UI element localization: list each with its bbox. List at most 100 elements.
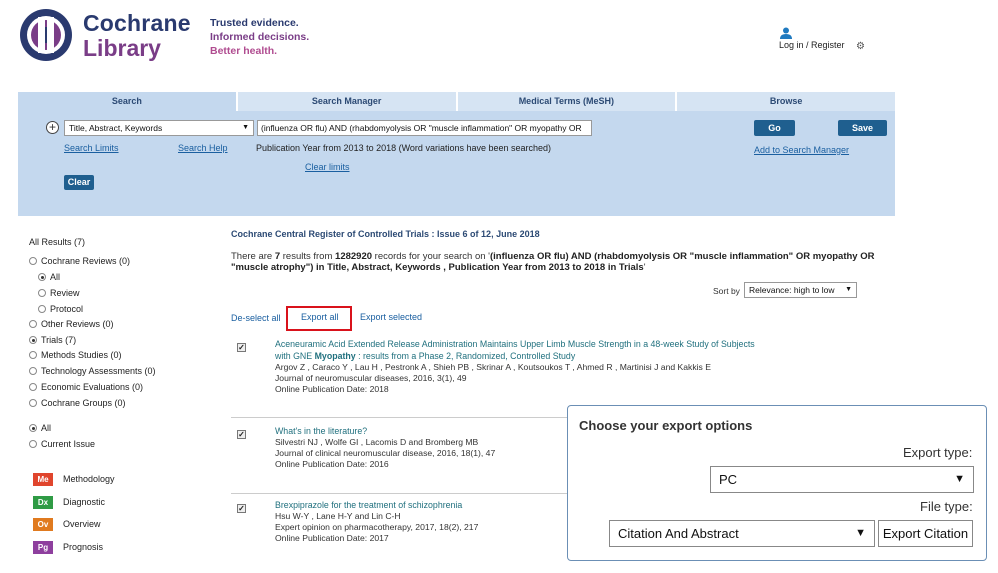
record-authors: Hsu W-Y , Lane H-Y and Lin C-H	[275, 511, 401, 521]
radio-icon[interactable]	[29, 320, 37, 328]
settings-gear-icon[interactable]: ⚙	[856, 41, 865, 52]
legend-label: Diagnostic	[63, 496, 106, 507]
filter-protocol[interactable]: Protocol	[38, 302, 83, 318]
record-title-link[interactable]: What's in the literature?	[275, 425, 367, 437]
export-type-label: Export type:	[903, 445, 973, 460]
results-summary: There are 7 results from 1282920 records…	[231, 251, 895, 273]
summary-text: '	[643, 262, 646, 273]
add-search-row-plus-icon[interactable]: +	[46, 121, 59, 134]
record-journal: Journal of neuromuscular diseases, 2016,…	[275, 373, 467, 383]
dropdown-arrow-icon: ▼	[242, 124, 249, 131]
sort-value: Relevance: high to low	[749, 285, 835, 295]
record-title-link[interactable]: Brexpiprazole for the treatment of schiz…	[275, 499, 462, 511]
add-to-search-manager-link[interactable]: Add to Search Manager	[754, 145, 849, 155]
title-text: : results from a Phase 2, Randomized, Co…	[355, 351, 576, 361]
summary-text: There are	[231, 251, 275, 262]
radio-selected-icon[interactable]	[29, 336, 37, 344]
search-query-input[interactable]: (influenza OR flu) AND (rhabdomyolysis O…	[257, 120, 592, 136]
record-checkbox[interactable]: ✓	[237, 504, 246, 513]
search-limits-link[interactable]: Search Limits	[64, 143, 119, 153]
radio-icon[interactable]	[29, 440, 37, 448]
record-title-link-continued[interactable]: with GNE Myopathy : results from a Phase…	[275, 350, 575, 362]
radio-icon[interactable]	[38, 289, 46, 297]
filter-review[interactable]: Review	[38, 286, 80, 302]
filter-trials[interactable]: Trials (7)	[29, 333, 76, 349]
clear-limits-link[interactable]: Clear limits	[305, 162, 350, 172]
tab-search[interactable]: Search	[18, 92, 238, 111]
cochrane-logo-icon[interactable]	[18, 7, 74, 63]
radio-selected-icon[interactable]	[38, 273, 46, 281]
scope-current-issue[interactable]: Current Issue	[29, 437, 95, 453]
logo-library-text[interactable]: Library	[83, 35, 161, 62]
export-selected-link[interactable]: Export selected	[360, 312, 422, 322]
go-button[interactable]: Go	[754, 120, 795, 136]
logo-cochrane-text[interactable]: Cochrane	[83, 10, 191, 37]
record-title-link[interactable]: Aceneuramic Acid Extended Release Admini…	[275, 338, 755, 350]
tagline-line-3: Better health.	[210, 45, 278, 57]
export-all-link[interactable]: Export all	[301, 312, 339, 322]
tab-medical-terms[interactable]: Medical Terms (MeSH)	[458, 92, 678, 111]
diagnostic-badge-icon: Dx	[33, 496, 53, 509]
prognosis-badge-icon: Pg	[33, 541, 53, 554]
search-tabs: Search Search Manager Medical Terms (MeS…	[18, 92, 895, 111]
filter-label: Other Reviews (0)	[41, 319, 114, 329]
scope-all[interactable]: All	[29, 421, 51, 437]
record-divider	[231, 493, 567, 494]
summary-text: records for your search on '	[372, 251, 490, 262]
filter-technology-assessments[interactable]: Technology Assessments (0)	[29, 364, 156, 380]
radio-icon[interactable]	[29, 351, 37, 359]
tagline-line-2: Informed decisions.	[210, 31, 310, 43]
search-help-link[interactable]: Search Help	[178, 143, 228, 153]
filter-methods-studies[interactable]: Methods Studies (0)	[29, 348, 122, 364]
filter-label: Technology Assessments (0)	[41, 366, 156, 376]
title-highlight: Myopathy	[314, 351, 356, 361]
dropdown-arrow-icon: ▼	[855, 527, 866, 539]
filter-other-reviews[interactable]: Other Reviews (0)	[29, 317, 114, 333]
record-journal: Expert opinion on pharmacotherapy, 2017,…	[275, 522, 479, 532]
sort-by-label: Sort by	[713, 286, 740, 296]
legend-label: Prognosis	[63, 541, 104, 552]
file-type-label: File type:	[920, 499, 973, 514]
tagline: Trusted evidence. Informed decisions. Be…	[210, 16, 309, 58]
radio-icon[interactable]	[38, 305, 46, 313]
search-field-select[interactable]: Title, Abstract, Keywords ▼	[64, 120, 254, 136]
record-pubdate: Online Publication Date: 2017	[275, 533, 389, 543]
file-type-select[interactable]: Citation And Abstract ▼	[609, 520, 875, 547]
filter-label: All	[50, 272, 61, 282]
save-button[interactable]: Save	[838, 120, 887, 136]
radio-icon[interactable]	[29, 383, 37, 391]
filter-label: Economic Evaluations (0)	[41, 382, 144, 392]
tagline-line-1: Trusted evidence.	[210, 17, 299, 29]
filter-cochrane-groups[interactable]: Cochrane Groups (0)	[29, 396, 126, 412]
filter-economic-evaluations[interactable]: Economic Evaluations (0)	[29, 380, 143, 396]
export-type-select[interactable]: PC ▼	[710, 466, 974, 493]
all-results-link[interactable]: All Results (7)	[29, 235, 85, 251]
export-citation-button[interactable]: Export Citation	[878, 520, 973, 547]
legend-diagnostic: Dx Diagnostic	[33, 496, 105, 509]
deselect-all-link[interactable]: De-select all	[231, 313, 281, 323]
sort-select[interactable]: Relevance: high to low ▼	[744, 282, 857, 298]
radio-icon[interactable]	[29, 367, 37, 375]
tab-search-manager[interactable]: Search Manager	[238, 92, 458, 111]
filter-label: Review	[50, 288, 80, 298]
filter-label: Cochrane Groups (0)	[41, 398, 126, 408]
tab-browse[interactable]: Browse	[677, 92, 895, 111]
filter-review-all[interactable]: All	[38, 270, 60, 286]
publication-year-note: Publication Year from 2013 to 2018 (Word…	[256, 143, 552, 153]
filter-cochrane-reviews[interactable]: Cochrane Reviews (0)	[29, 254, 130, 270]
export-type-value: PC	[719, 472, 738, 487]
filter-label: Protocol	[50, 304, 84, 314]
file-type-value: Citation And Abstract	[618, 526, 739, 541]
radio-icon[interactable]	[29, 257, 37, 265]
record-checkbox[interactable]: ✓	[237, 343, 246, 352]
summary-text: results from	[280, 251, 336, 262]
filter-label: All	[41, 423, 52, 433]
dialog-title: Choose your export options	[579, 418, 753, 433]
clear-button[interactable]: Clear	[64, 175, 94, 190]
radio-icon[interactable]	[29, 399, 37, 407]
user-icon[interactable]	[780, 27, 792, 41]
login-register-link[interactable]: Log in / Register	[779, 40, 845, 50]
record-checkbox[interactable]: ✓	[237, 430, 246, 439]
radio-selected-icon[interactable]	[29, 424, 37, 432]
legend-label: Methodology	[63, 473, 115, 484]
